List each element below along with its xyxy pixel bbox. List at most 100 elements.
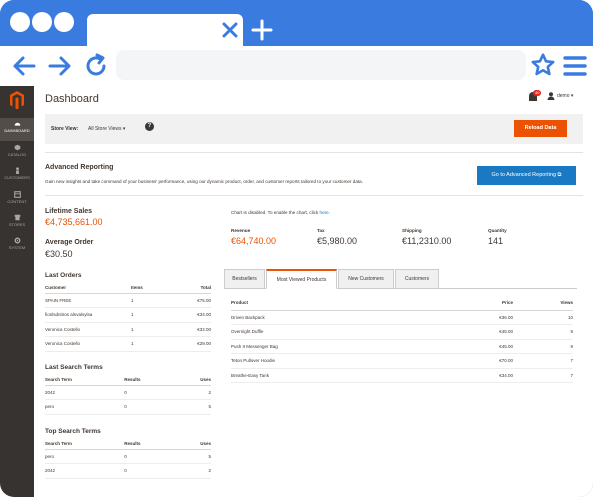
store-view-value: All Store Views [88, 126, 122, 132]
chart-disabled-message: Chart is disabled. To enable the chart, … [231, 210, 330, 215]
search-term: 2042 [45, 385, 125, 400]
sidebar-item-content[interactable]: CONTENT [0, 189, 34, 212]
sidebar-item-label: SYSTEM [8, 245, 26, 250]
table-row[interactable]: Veronica Costello 1 €29.00 [45, 336, 211, 352]
sidebar-item-label: STORES [8, 222, 26, 227]
sidebar-item-stores[interactable]: STORES [0, 212, 34, 235]
tab-new-customers[interactable]: New Customers [338, 269, 394, 289]
product-name: Push It Messenger Bag [231, 339, 453, 354]
product-views: 9 [513, 324, 573, 340]
customers-icon [15, 167, 19, 174]
search-uses: 5 [179, 449, 211, 464]
admin-app: DASHBOARD CATALOG CUSTOMERS CONTENT STOR… [0, 86, 593, 497]
table-row[interactable]: Breathe-Easy Tank €34.00 7 [231, 368, 573, 383]
tax-label: Tax [317, 228, 325, 233]
address-bar[interactable] [116, 50, 526, 80]
order-total: €34.00 [185, 307, 211, 323]
forward-arrow-icon[interactable] [46, 52, 74, 80]
table-row[interactable]: pero 0 5 [45, 449, 211, 464]
sidebar-item-label: CUSTOMERS [4, 175, 30, 180]
tab-most-viewed-products[interactable]: Most Viewed Products [266, 269, 337, 289]
tab-bestsellers[interactable]: Bestsellers [224, 269, 265, 289]
tab-customers[interactable]: Customers [395, 269, 439, 289]
search-results: 0 [124, 385, 180, 400]
sidebar-item-label: DASHBOARD [4, 128, 30, 133]
product-views: 7 [513, 368, 573, 383]
shipping-value: €11,2310.00 [402, 236, 452, 246]
table-row[interactable]: 2042 0 2 [45, 463, 211, 479]
revenue-label: Revenue [231, 228, 251, 233]
search-term: 2042 [45, 463, 125, 479]
order-customer: fionlsdntiros alnvalsylsa [45, 307, 131, 323]
reload-data-button[interactable]: Reload Data [514, 120, 567, 137]
chart-disabled-text: Chart is disabled. To enable the chart, … [231, 210, 320, 215]
order-customer: Veronica Costello [45, 336, 131, 352]
column-header: Customer [45, 282, 131, 294]
magento-logo-icon[interactable] [9, 90, 25, 110]
order-total: €75.00 [185, 293, 211, 308]
new-tab-icon[interactable] [250, 18, 274, 42]
order-customer: Veronica Costello [45, 322, 131, 337]
table-row[interactable]: Overnight Duffle €45.00 9 [231, 324, 573, 340]
table-row[interactable]: Driven Backpack €36.00 10 [231, 310, 573, 325]
search-results: 0 [124, 463, 180, 479]
advanced-reporting-title: Advanced Reporting [45, 164, 114, 171]
help-icon[interactable]: ? [145, 122, 154, 131]
sidebar-item-catalog[interactable]: CATALOG [0, 142, 34, 165]
browser-titlebar [0, 0, 593, 46]
search-uses: 2 [179, 385, 211, 400]
lifetime-sales-label: Lifetime Sales [45, 208, 93, 215]
lifetime-sales-value: €4,735,661.00 [45, 217, 103, 227]
enable-chart-link[interactable]: here. [320, 210, 330, 215]
last-orders-title: Last Orders [45, 272, 82, 279]
product-name: Overnight Duffle [231, 324, 453, 340]
column-header: Views [513, 296, 573, 311]
window-maximize-dot[interactable] [54, 12, 74, 32]
column-header: Product [231, 296, 453, 311]
order-total: €32.00 [185, 322, 211, 337]
window-minimize-dot[interactable] [32, 12, 52, 32]
table-row[interactable]: SPAIN FREE 1 €75.00 [45, 293, 211, 308]
page-title: Dashboard [45, 93, 99, 105]
table-row[interactable]: Teton Pullover Hoodie €70.00 7 [231, 353, 573, 369]
sidebar-item-customers[interactable]: CUSTOMERS [0, 165, 34, 188]
column-header: Uses [179, 438, 211, 450]
quantity-label: Quantity [488, 228, 507, 233]
table-row[interactable]: 2042 0 2 [45, 385, 211, 400]
divider [45, 152, 583, 153]
advanced-reporting-button[interactable]: Go to Advanced Reporting ⧉ [477, 166, 576, 185]
advanced-reporting-text: Gain new insights and take command of yo… [45, 179, 364, 184]
reload-icon[interactable] [82, 52, 110, 80]
user-menu[interactable]: demo ▾ [557, 93, 573, 99]
store-view-select[interactable]: All Store Views ▾ [88, 126, 125, 132]
average-order-value: €30.50 [45, 249, 73, 259]
order-items: 1 [130, 293, 186, 308]
table-row[interactable]: Push It Messenger Bag €45.00 9 [231, 339, 573, 354]
search-uses: 2 [179, 463, 211, 479]
quantity-value: 141 [488, 236, 504, 246]
product-price: €36.00 [453, 310, 513, 325]
back-arrow-icon[interactable] [10, 52, 38, 80]
column-header: Price [453, 296, 513, 311]
bookmark-star-icon[interactable] [530, 52, 556, 78]
table-row[interactable]: pero 0 5 [45, 399, 211, 415]
table-row[interactable]: Veronica Costello 1 €32.00 [45, 322, 211, 337]
column-header: Results [124, 374, 180, 386]
product-price: €45.00 [453, 324, 513, 340]
top-search-terms-title: Top Search Terms [45, 428, 101, 435]
tab-close-icon[interactable] [218, 18, 242, 42]
product-views: 9 [513, 339, 573, 354]
most-viewed-products-table: Product Price Views Driven Backpack €36.0… [231, 296, 573, 383]
product-price: €45.00 [453, 339, 513, 354]
store-view-label: Store View: [51, 126, 79, 132]
sidebar-item-dashboard[interactable]: DASHBOARD [0, 118, 34, 141]
user-icon[interactable] [547, 92, 555, 100]
order-items: 1 [130, 322, 186, 337]
window-close-dot[interactable] [10, 12, 30, 32]
table-row[interactable]: fionlsdntiros alnvalsylsa 1 €34.00 [45, 307, 211, 323]
product-price: €34.00 [453, 368, 513, 383]
dashboard-icon [14, 122, 20, 126]
sidebar-item-system[interactable]: SYSTEM [0, 235, 34, 258]
hamburger-menu-icon[interactable] [563, 55, 587, 77]
column-header: Uses [179, 374, 211, 386]
